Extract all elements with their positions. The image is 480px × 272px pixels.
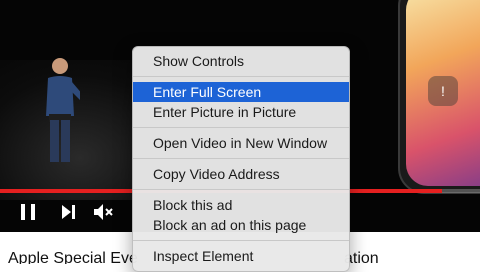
pause-icon[interactable]	[16, 200, 40, 224]
app-icon: !	[428, 76, 458, 106]
menu-item-open-video-new-window[interactable]: Open Video in New Window	[133, 133, 349, 153]
menu-separator	[133, 76, 349, 77]
context-menu: Show Controls Enter Full Screen Enter Pi…	[132, 46, 350, 272]
presenter-figure	[46, 58, 80, 162]
video-title: Apple Special Eve	[8, 250, 138, 264]
menu-item-enter-full-screen[interactable]: Enter Full Screen	[133, 82, 349, 102]
skip-next-icon[interactable]	[56, 200, 80, 224]
menu-item-enter-picture-in-picture[interactable]: Enter Picture in Picture	[133, 102, 349, 122]
menu-separator	[133, 158, 349, 159]
menu-separator	[133, 189, 349, 190]
phone-image: !	[398, 0, 480, 194]
menu-item-inspect-element[interactable]: Inspect Element	[133, 246, 349, 266]
menu-item-block-ad-on-page[interactable]: Block an ad on this page	[133, 215, 349, 235]
volume-muted-icon[interactable]	[91, 200, 115, 224]
menu-item-show-controls[interactable]: Show Controls	[133, 51, 349, 71]
menu-separator	[133, 127, 349, 128]
menu-item-copy-video-address[interactable]: Copy Video Address	[133, 164, 349, 184]
menu-item-block-ad[interactable]: Block this ad	[133, 195, 349, 215]
menu-separator	[133, 240, 349, 241]
